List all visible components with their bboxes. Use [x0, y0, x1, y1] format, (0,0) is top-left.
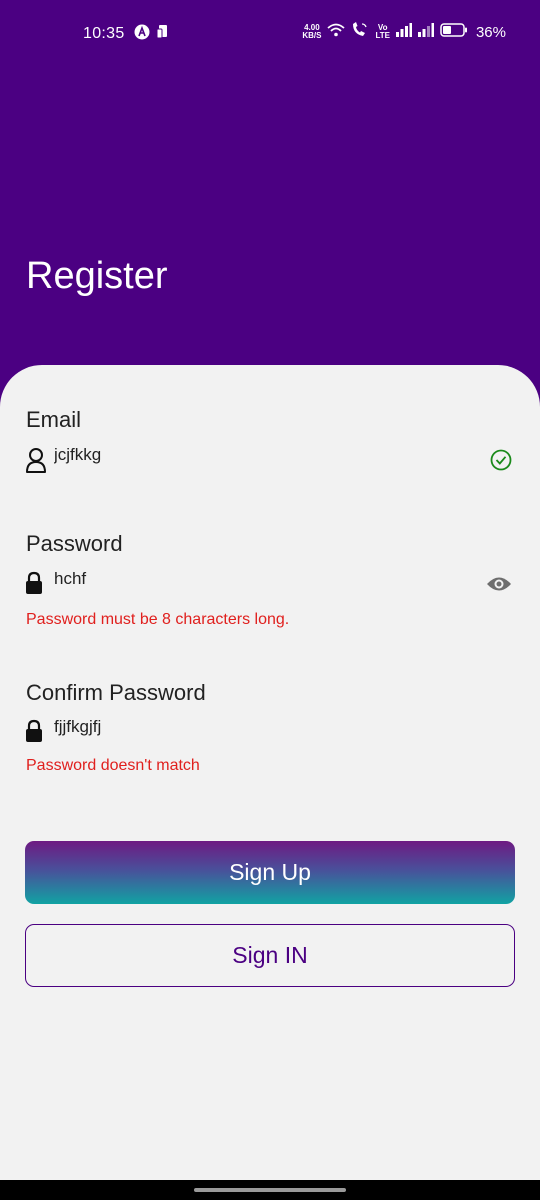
register-form-card: Email Password Password must be 8 charac…: [0, 365, 540, 1180]
password-field-row[interactable]: [24, 569, 518, 603]
eye-icon[interactable]: [486, 575, 512, 598]
confirm-password-field-row[interactable]: [24, 717, 518, 751]
person-icon: [24, 445, 48, 480]
navigation-bar: [0, 1180, 540, 1200]
phone-icon: [156, 24, 170, 44]
check-circle-icon: [490, 449, 512, 476]
sign-up-button[interactable]: Sign Up: [25, 841, 515, 904]
a-icon: [134, 24, 150, 44]
status-left-icons: [134, 24, 170, 44]
confirm-password-input[interactable]: [54, 717, 454, 737]
page-title: Register: [26, 255, 168, 297]
status-right-icons: 4.00 KB/S Vo LTE 36%: [302, 22, 506, 42]
signal-icon: [395, 23, 412, 41]
battery-percent: 36%: [475, 23, 506, 41]
confirm-password-error: Password doesn't match: [26, 757, 200, 774]
battery-icon: [440, 23, 468, 41]
password-input[interactable]: [54, 569, 454, 589]
email-input[interactable]: [54, 445, 454, 465]
password-label: Password: [26, 531, 123, 556]
signal-icon: [417, 23, 434, 41]
confirm-password-label: Confirm Password: [26, 680, 206, 705]
email-label: Email: [26, 407, 82, 432]
password-error: Password must be 8 characters long.: [26, 611, 290, 628]
net-speed: 4.00 KB/S: [302, 23, 322, 40]
lock-icon: [24, 571, 44, 600]
volte-label: Vo LTE: [375, 23, 390, 40]
sign-in-button[interactable]: Sign IN: [25, 924, 515, 987]
lock-icon: [24, 719, 44, 748]
wifi-icon: [327, 23, 346, 41]
wifi-call-icon: [351, 22, 369, 42]
email-field-row[interactable]: [24, 445, 518, 479]
home-gesture-handle[interactable]: [194, 1188, 346, 1192]
status-time: 10:35: [83, 25, 125, 42]
status-bar: 10:35 4.00 KB/S Vo LTE 36%: [0, 0, 540, 70]
